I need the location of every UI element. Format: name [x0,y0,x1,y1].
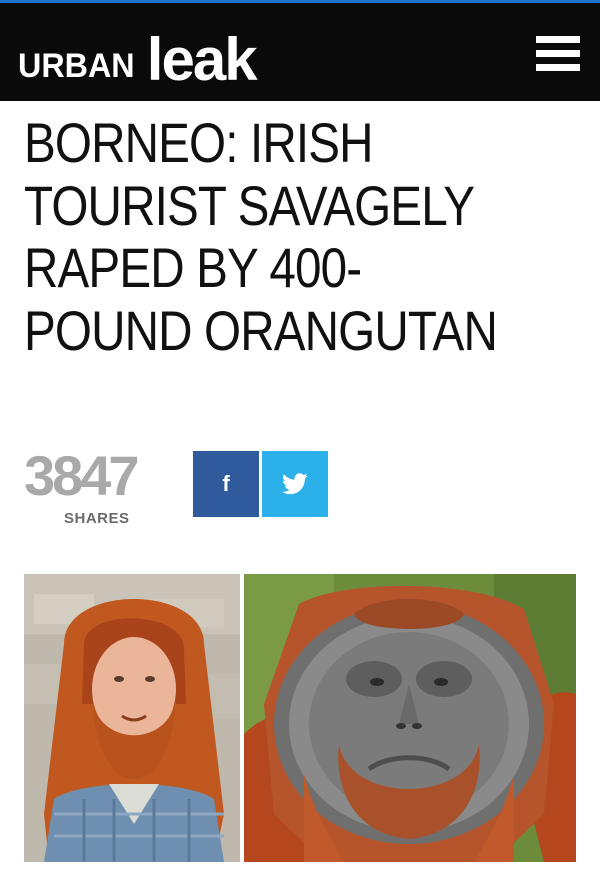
facebook-icon: f [222,471,230,496]
site-logo[interactable]: URBAN leak [18,21,258,93]
menu-bar [536,50,580,57]
menu-bar [536,64,580,71]
site-header: URBAN leak [0,3,600,101]
twitter-bird-icon [282,473,308,495]
facebook-share-button[interactable]: f [193,451,259,517]
article-headline: BORNEO: IRISH TOURIST SAVAGELY RAPED BY … [24,111,498,363]
logo-urban-text: URBAN [18,47,135,85]
share-label: SHARES [64,510,130,527]
share-counter: 3847 SHARES [24,444,174,528]
share-count: 3847 [24,444,140,507]
photo-red-haired-man [24,574,240,862]
hamburger-menu-icon[interactable] [536,36,580,72]
logo-leak-text: leak [146,26,258,93]
twitter-share-button[interactable] [262,451,328,517]
menu-bar [536,36,580,43]
photo-orangutan [244,574,576,862]
